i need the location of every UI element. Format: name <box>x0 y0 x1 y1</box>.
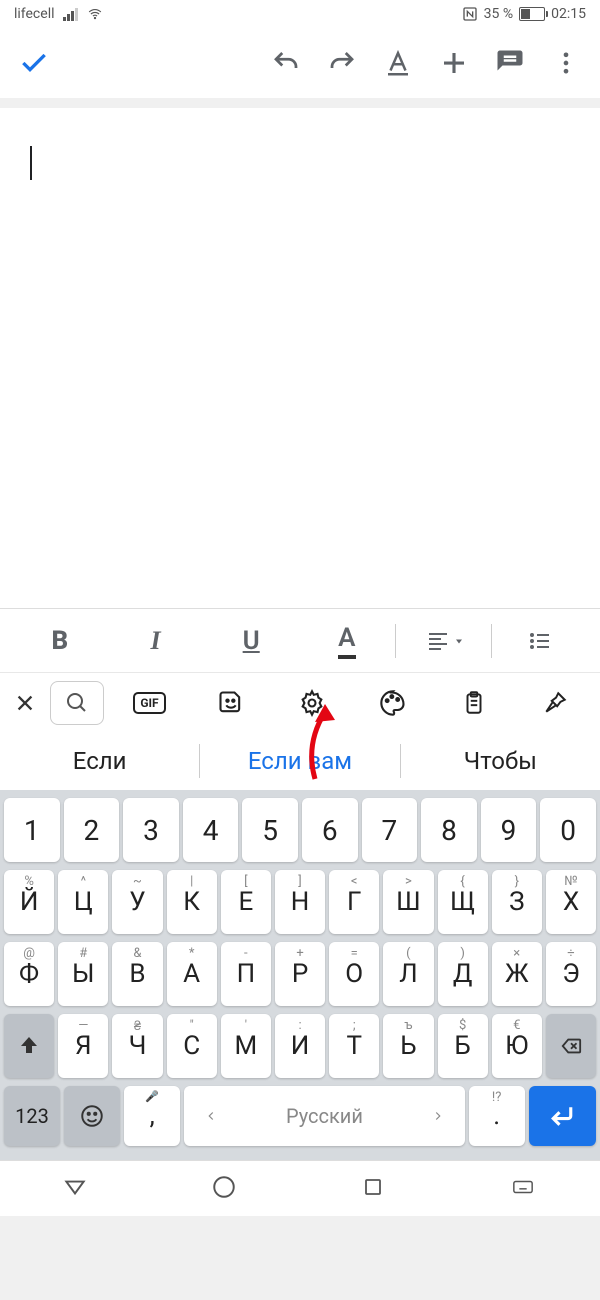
nav-home-button[interactable] <box>211 1174 237 1204</box>
key-И[interactable]: :И <box>275 1014 325 1078</box>
key-1[interactable]: 1 <box>4 798 60 862</box>
key-У[interactable]: ~У <box>112 870 162 934</box>
clock: 02:15 <box>551 6 586 22</box>
undo-button[interactable] <box>262 39 310 87</box>
key-А[interactable]: *А <box>167 942 217 1006</box>
sticker-button[interactable] <box>195 681 266 725</box>
key-Я[interactable]: —Я <box>58 1014 108 1078</box>
clipboard-button[interactable] <box>438 681 509 725</box>
key-З[interactable]: }З <box>492 870 542 934</box>
align-button[interactable] <box>396 609 492 672</box>
key-Т[interactable]: ;Т <box>329 1014 379 1078</box>
key-Ы[interactable]: #Ы <box>58 942 108 1006</box>
key-9[interactable]: 9 <box>481 798 537 862</box>
key-В[interactable]: &В <box>112 942 162 1006</box>
key-О[interactable]: =О <box>329 942 379 1006</box>
suggestion-2[interactable]: Если вам <box>200 747 399 775</box>
status-bar: lifecell 35 % 02:15 <box>0 0 600 28</box>
key-8[interactable]: 8 <box>421 798 477 862</box>
key-0[interactable]: 0 <box>540 798 596 862</box>
key-2[interactable]: 2 <box>64 798 120 862</box>
key-4[interactable]: 4 <box>183 798 239 862</box>
key-Ь[interactable]: ъЬ <box>383 1014 433 1078</box>
close-toolbar-button[interactable] <box>10 681 40 725</box>
text-cursor <box>30 146 32 180</box>
backspace-key[interactable] <box>546 1014 596 1078</box>
comma-key[interactable]: 🎤 , <box>124 1086 180 1146</box>
signal-icon <box>63 8 78 21</box>
app-toolbar <box>0 28 600 98</box>
confirm-button[interactable] <box>10 39 58 87</box>
nav-back-button[interactable] <box>62 1174 88 1204</box>
carrier-label: lifecell <box>14 6 55 22</box>
nfc-icon <box>462 6 478 22</box>
more-button[interactable] <box>542 39 590 87</box>
key-Ц[interactable]: ^Ц <box>58 870 108 934</box>
key-6[interactable]: 6 <box>302 798 358 862</box>
num-switch-key[interactable]: 123 <box>4 1086 60 1146</box>
key-Щ[interactable]: {Щ <box>438 870 488 934</box>
insert-button[interactable] <box>430 39 478 87</box>
emoji-key[interactable] <box>64 1086 120 1146</box>
theme-button[interactable] <box>357 681 428 725</box>
wifi-icon <box>86 7 104 21</box>
battery-percent: 35 % <box>484 6 513 22</box>
key-Ю[interactable]: €Ю <box>492 1014 542 1078</box>
text-color-button[interactable]: A <box>299 609 395 672</box>
key-Ш[interactable]: >Ш <box>383 870 433 934</box>
nav-recent-button[interactable] <box>361 1175 385 1203</box>
battery-icon <box>519 7 545 21</box>
key-Г[interactable]: <Г <box>329 870 379 934</box>
key-5[interactable]: 5 <box>242 798 298 862</box>
comment-button[interactable] <box>486 39 534 87</box>
shift-key[interactable] <box>4 1014 54 1078</box>
key-Б[interactable]: $Б <box>438 1014 488 1078</box>
key-Х[interactable]: №Х <box>546 870 596 934</box>
document-editor[interactable] <box>0 108 600 608</box>
key-Э[interactable]: ÷Э <box>546 942 596 1006</box>
italic-button[interactable]: I <box>108 609 204 672</box>
key-Н[interactable]: ]Н <box>275 870 325 934</box>
search-button[interactable] <box>50 681 104 725</box>
key-К[interactable]: |К <box>167 870 217 934</box>
redo-button[interactable] <box>318 39 366 87</box>
key-7[interactable]: 7 <box>362 798 418 862</box>
key-Ф[interactable]: @Ф <box>4 942 54 1006</box>
key-М[interactable]: 'М <box>221 1014 271 1078</box>
nav-keyboard-button[interactable] <box>508 1176 538 1202</box>
key-3[interactable]: 3 <box>123 798 179 862</box>
suggestion-1[interactable]: Если <box>0 747 199 775</box>
key-Е[interactable]: [Е <box>221 870 271 934</box>
key-Й[interactable]: %Й <box>4 870 54 934</box>
enter-key[interactable] <box>529 1086 596 1146</box>
settings-button[interactable] <box>276 681 347 725</box>
key-С[interactable]: "С <box>167 1014 217 1078</box>
key-Л[interactable]: (Л <box>383 942 433 1006</box>
bold-button[interactable]: B <box>12 609 108 672</box>
key-П[interactable]: -П <box>221 942 271 1006</box>
underline-button[interactable]: U <box>203 609 299 672</box>
period-key[interactable]: !? . <box>469 1086 525 1146</box>
key-Ж[interactable]: ×Ж <box>492 942 542 1006</box>
text-format-button[interactable] <box>374 39 422 87</box>
virtual-keyboard: 1234567890 %Й^Ц~У|К[Е]Н<Г>Ш{Щ}З№Х @Ф#Ы&В… <box>0 790 600 1160</box>
list-button[interactable] <box>492 609 588 672</box>
keyboard-toolbar: GIF <box>0 672 600 732</box>
pin-button[interactable] <box>519 681 590 725</box>
key-Д[interactable]: )Д <box>438 942 488 1006</box>
suggestion-3[interactable]: Чтобы <box>401 747 600 775</box>
suggestions-bar: Если Если вам Чтобы <box>0 732 600 790</box>
key-Ч[interactable]: ₴Ч <box>112 1014 162 1078</box>
nav-bar <box>0 1160 600 1216</box>
format-toolbar: B I U A <box>0 608 600 672</box>
gif-button[interactable]: GIF <box>114 681 185 725</box>
key-Р[interactable]: +Р <box>275 942 325 1006</box>
spacebar-key[interactable]: Русский <box>184 1086 464 1146</box>
